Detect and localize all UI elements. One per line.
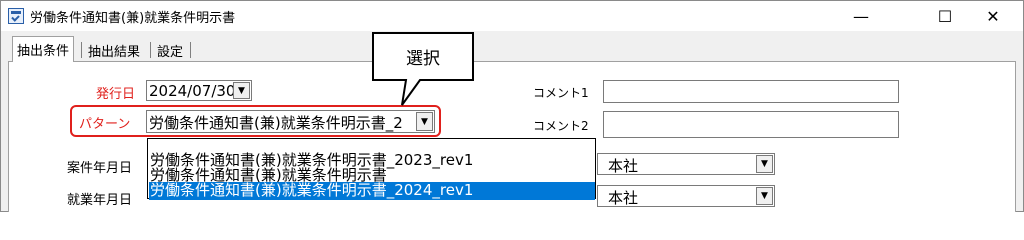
dropdown-option-selected[interactable]: 労働条件通知書(兼)就業条件明示書_2024_rev1 — [149, 182, 595, 200]
maximize-button[interactable]: ☐ — [922, 1, 968, 31]
tab-extract-results[interactable]: 抽出結果 — [84, 38, 144, 62]
office-combo-1[interactable]: 本社 ▼ — [597, 153, 775, 175]
pattern-label: パターン — [79, 117, 131, 132]
chevron-down-icon[interactable]: ▼ — [756, 155, 773, 173]
tab-separator — [81, 42, 82, 58]
window-title: 労働条件通知書(兼)就業条件明示書 — [30, 11, 236, 26]
chevron-down-icon[interactable]: ▼ — [416, 112, 433, 131]
office-value-1: 本社 — [608, 157, 639, 175]
minimize-button[interactable]: — — [838, 1, 884, 31]
issue-date-label: 発行日 — [96, 87, 136, 102]
tab-separator — [190, 42, 191, 58]
comment2-label: コメント2 — [533, 119, 589, 133]
comment1-input[interactable] — [603, 80, 899, 103]
pattern-value: 労働条件通知書(兼)就業条件明示書_2 — [149, 114, 403, 132]
comment2-input[interactable] — [603, 111, 899, 138]
tab-extract-conditions[interactable]: 抽出条件 — [12, 36, 75, 62]
close-button[interactable]: ✕ — [970, 1, 1016, 31]
tab-settings[interactable]: 設定 — [153, 38, 187, 62]
pattern-combo[interactable]: 労働条件通知書(兼)就業条件明示書_2 ▼ — [146, 110, 435, 133]
case-date-label: 案件年月日 — [67, 161, 133, 176]
app-document-icon — [8, 8, 24, 24]
chevron-down-icon[interactable]: ▼ — [756, 187, 773, 205]
chevron-down-icon[interactable]: ▼ — [233, 82, 250, 99]
work-date-label: 就業年月日 — [67, 193, 133, 208]
office-value-2: 本社 — [608, 189, 639, 207]
issue-date-value: 2024/07/30 — [149, 82, 236, 100]
tab-separator — [150, 42, 151, 58]
comment1-label: コメント1 — [533, 86, 589, 100]
office-combo-2[interactable]: 本社 ▼ — [597, 185, 775, 207]
issue-date-combo[interactable]: 2024/07/30 ▼ — [146, 80, 252, 101]
callout-text: 選択 — [406, 49, 440, 69]
pattern-dropdown-list[interactable]: 労働条件通知書(兼)就業条件明示書_2023_rev1 労働条件通知書(兼)就業… — [147, 138, 596, 200]
